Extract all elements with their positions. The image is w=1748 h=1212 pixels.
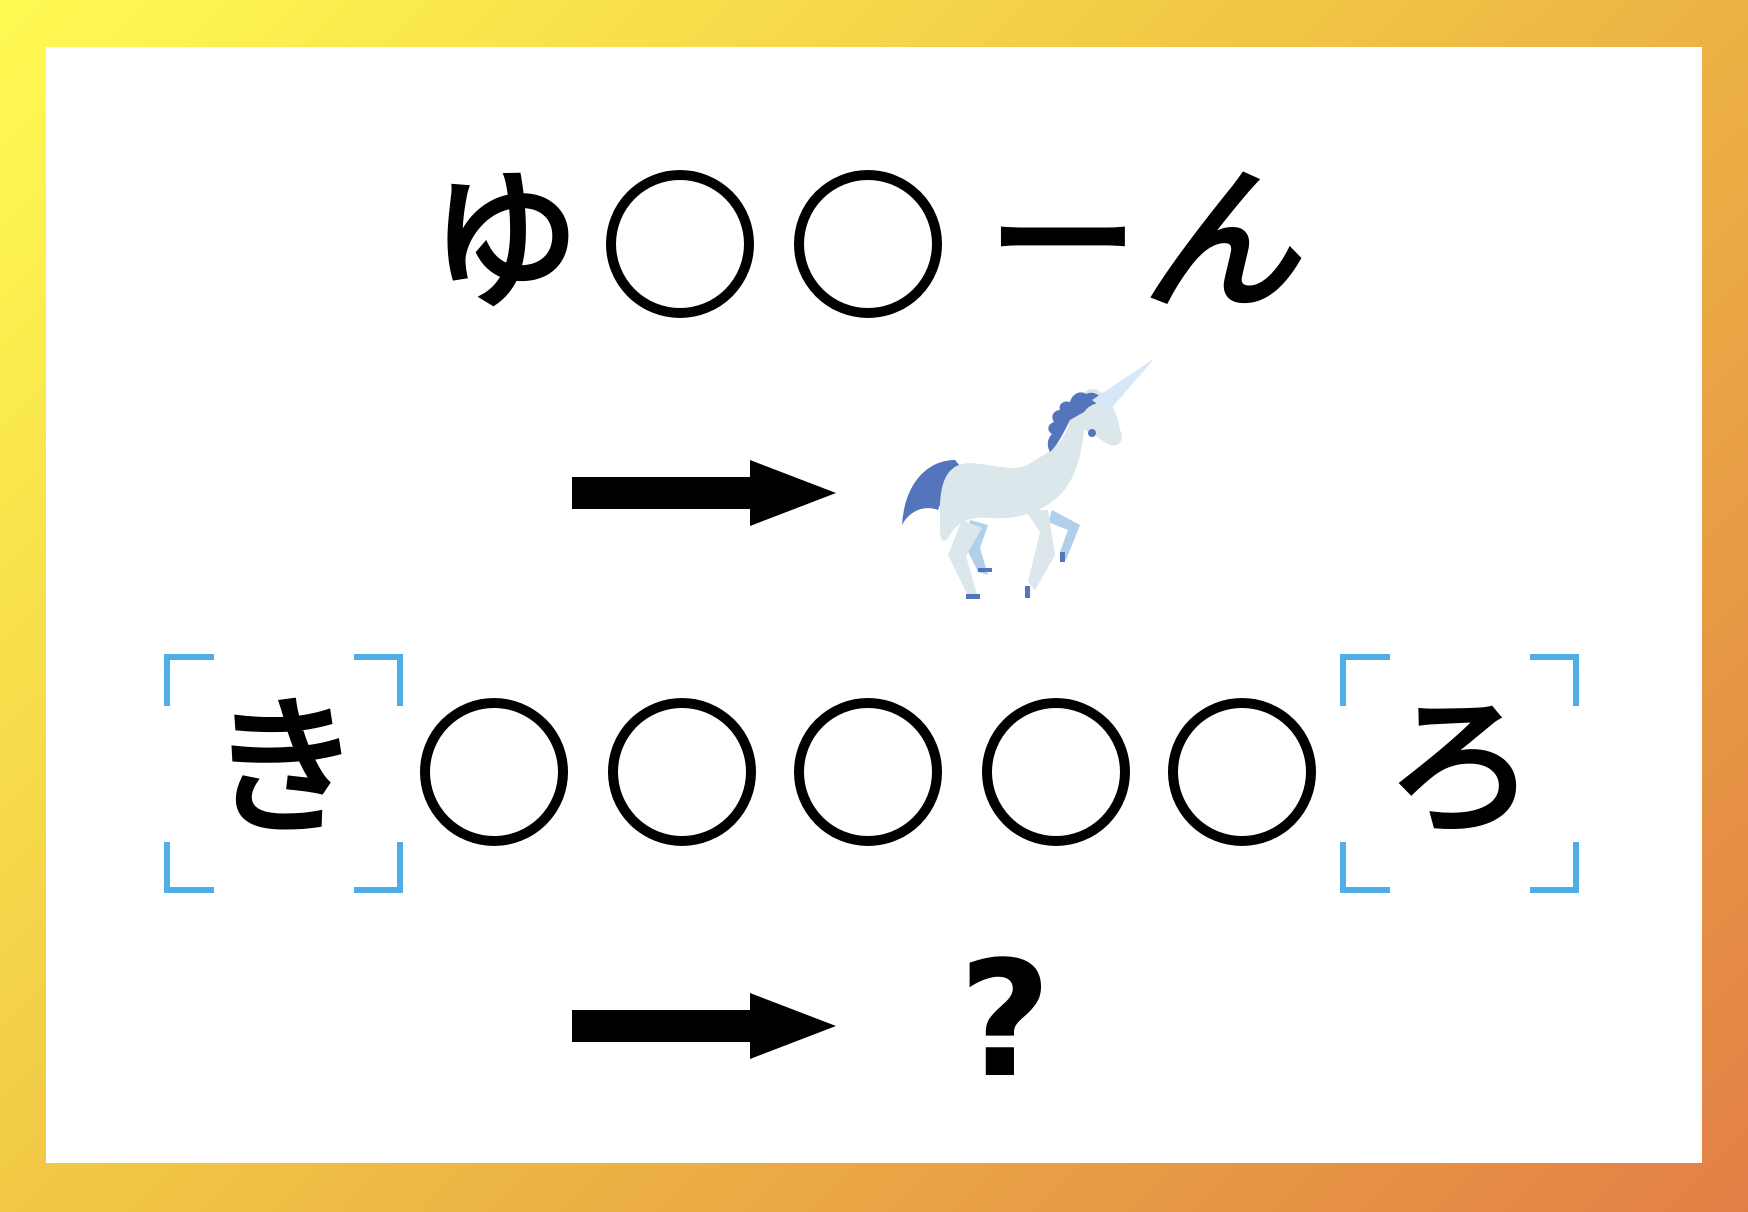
question-first-char: き: [209, 682, 360, 856]
example-hidden-circle-2: [794, 170, 942, 318]
question-hidden-circle-5: [1168, 698, 1316, 846]
question-hidden-circle-2: [608, 698, 756, 846]
example-hidden-circle-1: [606, 170, 754, 318]
question-hidden-circle-3: [794, 698, 942, 846]
unicorn-icon: [902, 360, 1154, 599]
question-last-char: ろ: [1385, 682, 1536, 856]
right-arrow-icon: [572, 460, 836, 526]
example-dash: ー: [987, 156, 1138, 330]
answer-question-mark: ?: [958, 926, 1052, 1113]
example-last-char: ん: [1142, 151, 1298, 332]
example-first-char: ゆ: [429, 156, 580, 330]
question-hidden-circle-4: [982, 698, 1130, 846]
question-hidden-circle-1: [420, 698, 568, 846]
right-arrow-icon-2: [572, 993, 836, 1059]
